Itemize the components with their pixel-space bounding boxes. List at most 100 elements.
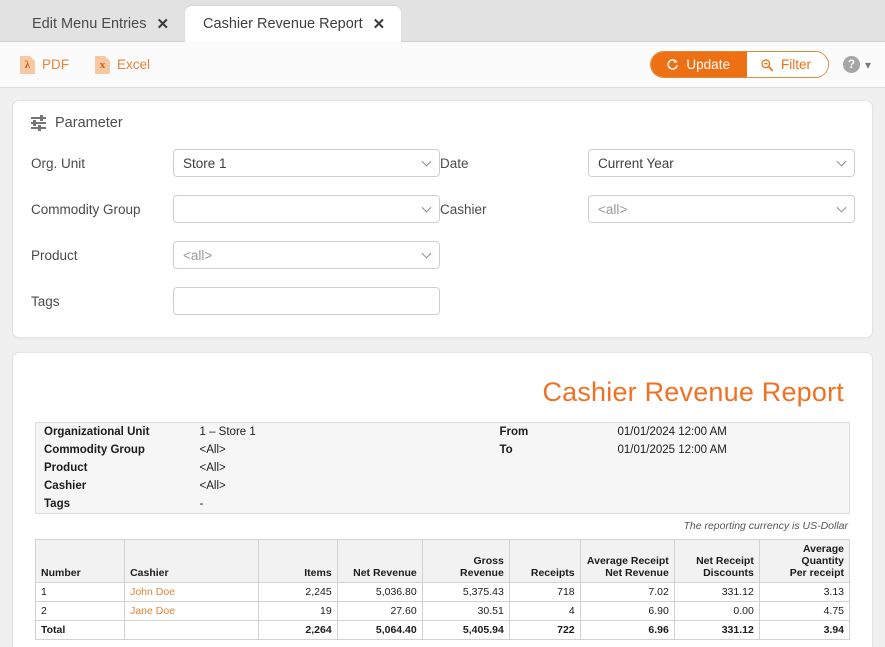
org-unit-label: Org. Unit <box>31 155 86 171</box>
close-icon[interactable]: ✕ <box>372 15 387 34</box>
refresh-icon <box>667 59 679 70</box>
cell-cashier[interactable]: John Doe <box>124 582 259 603</box>
cell-total-cashier <box>124 620 259 641</box>
cell-gross-revenue: 5,375.43 <box>421 582 510 603</box>
currency-note: The reporting currency is US-Dollar <box>683 520 848 532</box>
cell-gross-revenue: 30.51 <box>421 601 510 622</box>
header-line-1: Items <box>304 567 332 580</box>
update-label: Update <box>686 57 730 72</box>
cell-average-quantity-per-receipt: 4.75 <box>758 601 851 622</box>
date-field-group: Date Current Year <box>440 149 855 177</box>
col-header-cashier: Cashier <box>124 538 259 584</box>
info-value: <All> <box>199 444 226 456</box>
cell-receipts: 4 <box>508 601 581 622</box>
tags-input[interactable] <box>173 287 440 315</box>
table-total-row: Total 2,264 5,064.40 5,405.94 722 6.96 3… <box>34 620 851 641</box>
info-key: Commodity Group <box>44 444 145 456</box>
commodity-group-select[interactable] <box>173 195 440 223</box>
help-icon: ? <box>842 56 860 73</box>
org-unit-value: Store 1 <box>183 155 227 171</box>
cell-total-average-quantity-per-receipt: 3.94 <box>758 620 851 641</box>
info-value: <All> <box>199 480 226 492</box>
info-row: Tags - <box>36 495 850 514</box>
cell-total-items: 2,264 <box>257 620 338 641</box>
header-line-1: Net Revenue <box>353 567 417 580</box>
header-line-1: Number <box>41 567 81 580</box>
cell-net-receipt-discounts: 331.12 <box>673 582 760 603</box>
table-row: 2 Jane Doe 19 27.60 30.51 4 6.90 0.00 4.… <box>34 601 851 622</box>
table-row: 1 John Doe 2,245 5,036.80 5,375.43 718 7… <box>34 582 851 603</box>
cashier-select[interactable]: <all> <box>588 195 855 223</box>
tab-label: Cashier Revenue Report <box>203 16 363 32</box>
col-header-items: Items <box>257 538 338 584</box>
filter-label: Filter <box>780 57 811 72</box>
parameter-grid: Org. Unit Store 1 Date Current Year Comm… <box>31 149 855 315</box>
chevron-down-icon: ▾ <box>864 57 871 72</box>
col-header-gross-revenue: Gross Revenue <box>421 538 510 584</box>
toolbar-actions: Update Filter ? ▾ <box>650 51 871 78</box>
info-value: - <box>199 498 204 510</box>
cell-total-net-revenue: 5,064.40 <box>336 620 423 641</box>
commodity-group-label: Commodity Group <box>31 201 141 217</box>
header-line-2: Per receipt <box>789 567 844 580</box>
cell-total-label: Total <box>34 620 126 641</box>
header-line-1: Net Receipt <box>696 555 754 568</box>
export-excel-button[interactable]: x Excel <box>95 55 151 74</box>
tab-cashier-revenue-report[interactable]: Cashier Revenue Report ✕ <box>185 6 402 42</box>
pdf-file-icon: λ <box>20 55 35 74</box>
cell-number: 1 <box>34 582 126 603</box>
cell-total-gross-revenue: 5,405.94 <box>421 620 510 641</box>
info-key: Cashier <box>44 480 87 492</box>
help-menu[interactable]: ? ▾ <box>842 56 871 73</box>
col-header-average-quantity-per-receipt: Average Quantity Per receipt <box>758 538 851 584</box>
col-header-average-receipt-net-revenue: Average Receipt Net Revenue <box>579 538 675 584</box>
filter-button[interactable]: Filter <box>746 52 828 77</box>
update-filter-button-group: Update Filter <box>650 51 829 78</box>
close-icon[interactable]: ✕ <box>155 15 170 34</box>
date-value: Current Year <box>598 155 674 171</box>
info-value: <All> <box>199 462 226 474</box>
info-key: To <box>499 444 513 456</box>
info-key: From <box>499 426 529 438</box>
zoom-out-icon <box>761 58 774 71</box>
tab-label: Edit Menu Entries <box>32 16 147 32</box>
report-panel: Cashier Revenue Report Organizational Un… <box>12 352 873 647</box>
cell-average-receipt-net-revenue: 7.02 <box>579 582 675 603</box>
info-key: Tags <box>44 498 70 510</box>
tab-bar: Edit Menu Entries ✕ Cashier Revenue Repo… <box>0 0 885 42</box>
cell-net-revenue: 27.60 <box>336 601 423 622</box>
info-row: Cashier <All> <box>36 477 850 495</box>
export-excel-label: Excel <box>117 57 151 72</box>
header-line-1: Average Receipt <box>586 555 669 568</box>
org-unit-select[interactable]: Store 1 <box>173 149 440 177</box>
date-label: Date <box>440 155 469 171</box>
excel-file-icon: x <box>95 55 110 74</box>
info-key: Product <box>44 462 88 474</box>
cell-net-revenue: 5,036.80 <box>336 582 423 603</box>
cell-items: 19 <box>257 601 338 622</box>
info-row: Organizational Unit 1 – Store 1 From 01/… <box>36 423 850 442</box>
cell-cashier[interactable]: Jane Doe <box>124 601 259 622</box>
col-header-net-receipt-discounts: Net Receipt Discounts <box>673 538 760 584</box>
tab-edit-menu-entries[interactable]: Edit Menu Entries ✕ <box>14 6 185 42</box>
cashier-label: Cashier <box>440 201 487 217</box>
header-line-1: Gross Revenue <box>460 555 504 580</box>
date-select[interactable]: Current Year <box>588 149 855 177</box>
product-label: Product <box>31 247 78 263</box>
update-button[interactable]: Update <box>651 52 747 77</box>
page-body: Parameter Org. Unit Store 1 Date Current… <box>0 88 885 647</box>
chevron-down-icon <box>836 202 847 213</box>
chevron-down-icon <box>421 202 432 213</box>
export-pdf-label: PDF <box>42 57 69 72</box>
parameter-section-title: Parameter <box>31 115 854 131</box>
export-buttons: λ PDF x Excel <box>20 55 151 74</box>
export-pdf-button[interactable]: λ PDF <box>20 55 69 74</box>
header-line-1: Receipts <box>530 567 575 580</box>
col-header-receipts: Receipts <box>508 538 581 584</box>
cashier-value: <all> <box>598 201 628 217</box>
product-select[interactable]: <all> <box>173 241 440 269</box>
cell-total-net-receipt-discounts: 331.12 <box>673 620 760 641</box>
cell-net-receipt-discounts: 0.00 <box>673 601 760 622</box>
chevron-down-icon <box>421 248 432 259</box>
sliders-icon <box>31 115 46 131</box>
